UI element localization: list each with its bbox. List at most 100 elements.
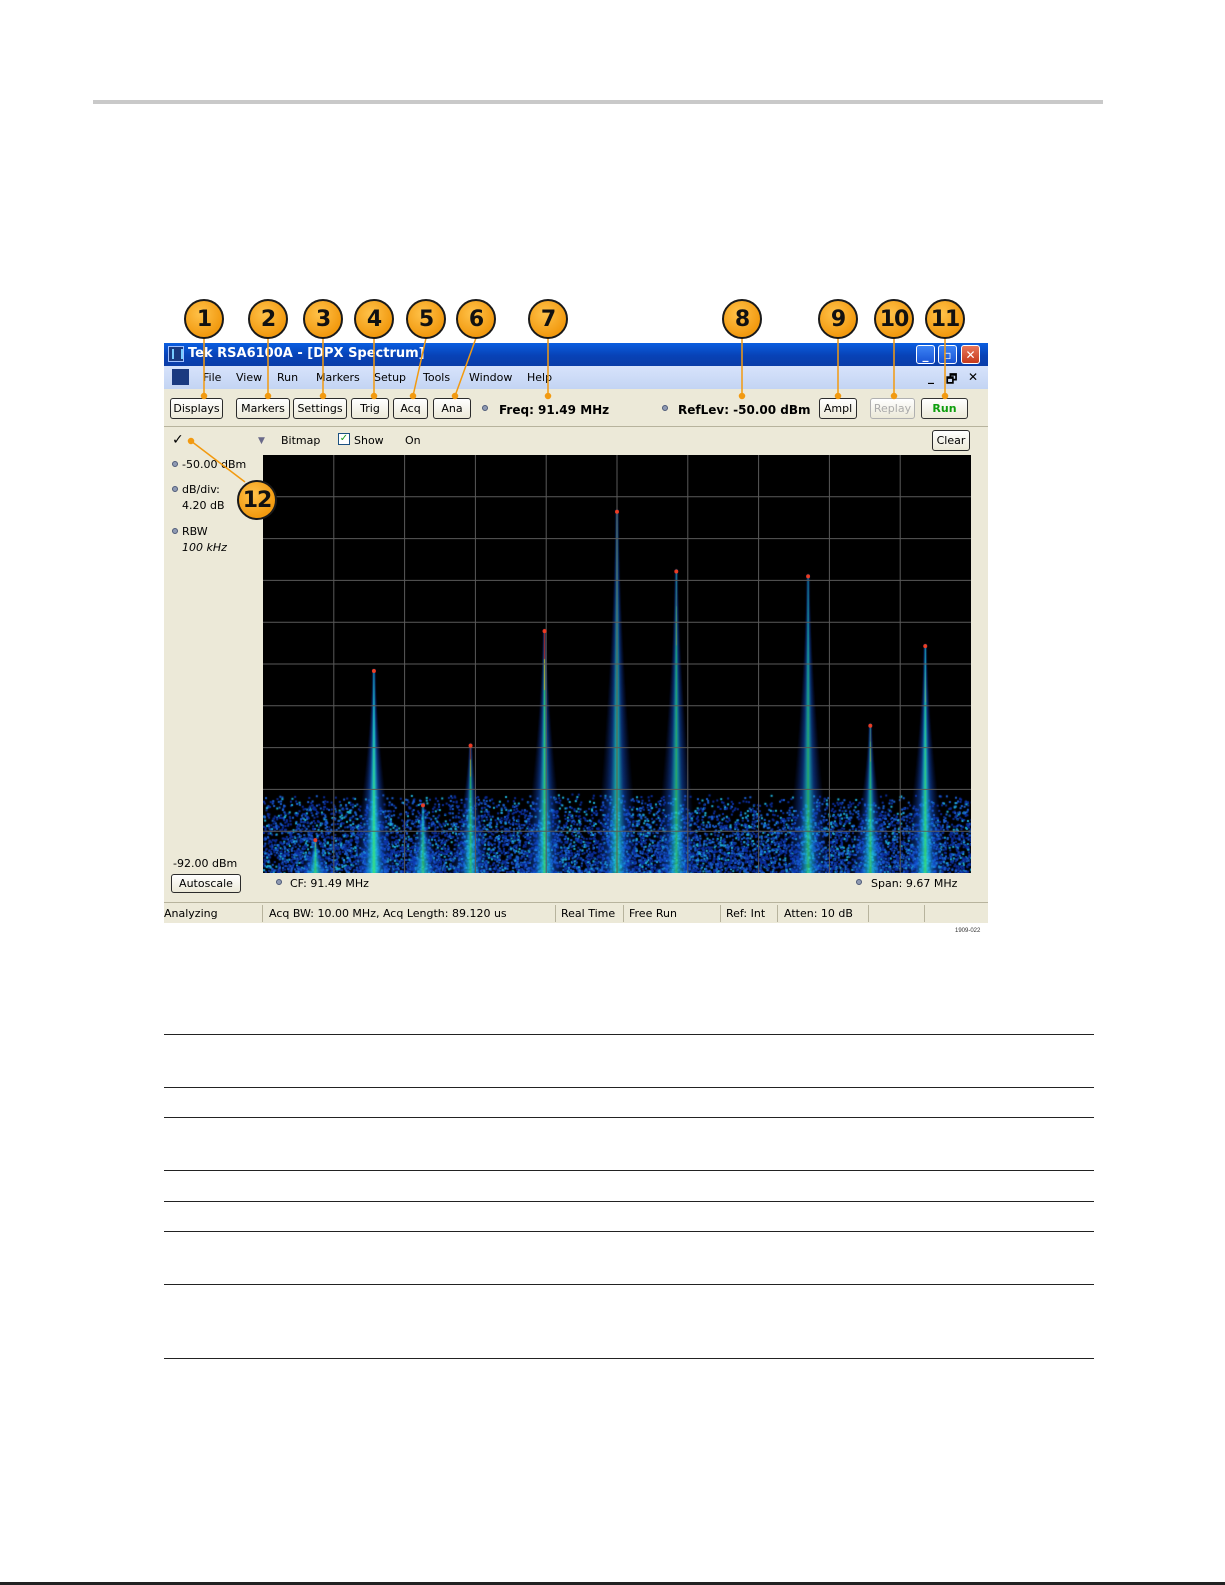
- callout-1: 1: [184, 299, 224, 339]
- window-title: Tek RSA6100A - [DPX Spectrum]: [188, 346, 425, 361]
- ref-level-indicator-icon: [172, 461, 178, 467]
- status-ref: Ref: Int: [726, 907, 766, 920]
- menu-setup[interactable]: Setup: [374, 371, 406, 384]
- trace-dropdown-icon[interactable]: ▼: [258, 436, 265, 446]
- rbw-label: RBW: [182, 525, 208, 538]
- dbdiv-value[interactable]: 4.20 dB: [182, 499, 225, 512]
- show-checkbox[interactable]: ✓: [338, 433, 350, 445]
- spectrum-plot[interactable]: [263, 455, 971, 873]
- replay-button[interactable]: Replay: [870, 398, 915, 419]
- callout-11: 11: [925, 299, 965, 339]
- app-window: Tek RSA6100A - [DPX Spectrum] _ ▫ ✕ File…: [164, 343, 988, 923]
- status-mode: Real Time: [561, 907, 616, 920]
- table-rule: [164, 1034, 1094, 1035]
- toolbar: Displays Markers Settings Trig Acq Ana F…: [164, 389, 988, 427]
- table-rule: [164, 1087, 1094, 1088]
- menu-window[interactable]: Window: [469, 371, 512, 384]
- table-rule: [164, 1231, 1094, 1232]
- callout-10: 10: [874, 299, 914, 339]
- restore-button[interactable]: ▫: [938, 345, 957, 364]
- status-divider: [262, 905, 263, 922]
- freq-indicator-icon: [482, 405, 488, 411]
- spectrum-peak: [923, 644, 928, 649]
- menu-run[interactable]: Run: [277, 371, 298, 384]
- callout-4: 4: [354, 299, 394, 339]
- minimize-button[interactable]: _: [916, 345, 935, 364]
- mdi-restore-button[interactable]: 🗗: [946, 370, 957, 391]
- freq-readout[interactable]: Freq: 91.49 MHz: [499, 403, 609, 417]
- callout-6: 6: [456, 299, 496, 339]
- status-divider: [623, 905, 624, 922]
- trace-state[interactable]: On: [405, 434, 421, 447]
- close-button[interactable]: ✕: [961, 345, 980, 364]
- title-bar[interactable]: Tek RSA6100A - [DPX Spectrum] _ ▫ ✕: [164, 343, 988, 366]
- status-divider: [720, 905, 721, 922]
- dbdiv-indicator-icon: [172, 486, 178, 492]
- trig-button[interactable]: Trig: [351, 398, 389, 419]
- table-rule: [164, 1284, 1094, 1285]
- rbw-value[interactable]: 100 kHz: [182, 541, 227, 554]
- autoscale-button[interactable]: Autoscale: [171, 874, 241, 893]
- spectrum-peak: [868, 723, 873, 728]
- menu-help[interactable]: Help: [527, 371, 552, 384]
- table-rule: [164, 1358, 1094, 1359]
- menu-tools[interactable]: Tools: [423, 371, 450, 384]
- ana-button[interactable]: Ana: [433, 398, 471, 419]
- callout-7: 7: [528, 299, 568, 339]
- spectrum-peak: [542, 629, 547, 634]
- settings-button[interactable]: Settings: [293, 398, 347, 419]
- displays-button[interactable]: Displays: [170, 398, 223, 419]
- menu-view[interactable]: View: [236, 371, 262, 384]
- spectrum-peak: [806, 574, 811, 579]
- status-trigger: Free Run: [629, 907, 677, 920]
- callout-3: 3: [303, 299, 343, 339]
- status-acq: Acq BW: 10.00 MHz, Acq Length: 89.120 us: [269, 907, 507, 920]
- bottom-level-value: -92.00 dBm: [173, 857, 238, 870]
- callout-5: 5: [406, 299, 446, 339]
- run-button[interactable]: Run: [921, 398, 968, 419]
- spectrum-peak: [313, 838, 318, 843]
- mdi-close-button[interactable]: ✕: [968, 370, 978, 384]
- status-divider: [868, 905, 869, 922]
- show-label: Show: [354, 434, 384, 447]
- span-label[interactable]: Span: 9.67 MHz: [871, 877, 957, 890]
- reflev-readout[interactable]: RefLev: -50.00 dBm: [678, 403, 811, 417]
- ampl-button[interactable]: Ampl: [819, 398, 857, 419]
- table-rule: [164, 1201, 1094, 1202]
- mdi-minimize-button[interactable]: _: [928, 370, 934, 384]
- acq-button[interactable]: Acq: [393, 398, 428, 419]
- menu-markers[interactable]: Markers: [316, 371, 360, 384]
- spectrum-peak: [371, 668, 376, 673]
- figure-id: 1909-022: [955, 928, 981, 934]
- status-divider: [924, 905, 925, 922]
- ref-level-value[interactable]: -50.00 dBm: [182, 458, 246, 471]
- spectrum-peak: [615, 509, 619, 514]
- callout-2: 2: [248, 299, 288, 339]
- status-bar: Analyzing Acq BW: 10.00 MHz, Acq Length:…: [164, 902, 988, 924]
- status-analyzing: Analyzing: [164, 907, 218, 920]
- plot-grid: [263, 455, 971, 873]
- callout-12: 12: [237, 480, 277, 520]
- dbdiv-label: dB/div:: [182, 483, 220, 496]
- trace-name[interactable]: Bitmap: [281, 434, 320, 447]
- trace-enable-check-icon[interactable]: ✓: [172, 432, 184, 448]
- spectrum-peak: [674, 569, 679, 574]
- reflev-indicator-icon: [662, 405, 668, 411]
- document-icon[interactable]: [172, 369, 189, 385]
- callout-8: 8: [722, 299, 762, 339]
- table-rule: [164, 1170, 1094, 1171]
- callout-9: 9: [818, 299, 858, 339]
- menu-file[interactable]: File: [203, 371, 221, 384]
- rbw-indicator-icon: [172, 528, 178, 534]
- spectrum-peak: [420, 803, 425, 808]
- menu-bar: File View Run Markers Setup Tools Window…: [164, 366, 988, 389]
- table-rule: [164, 1117, 1094, 1118]
- clear-button[interactable]: Clear: [932, 430, 970, 451]
- status-divider: [555, 905, 556, 922]
- center-frequency-label[interactable]: CF: 91.49 MHz: [290, 877, 369, 890]
- cf-indicator-icon: [276, 879, 282, 885]
- markers-button[interactable]: Markers: [236, 398, 290, 419]
- span-indicator-icon: [856, 879, 862, 885]
- app-icon: [168, 346, 184, 362]
- status-atten: Atten: 10 dB: [784, 907, 853, 920]
